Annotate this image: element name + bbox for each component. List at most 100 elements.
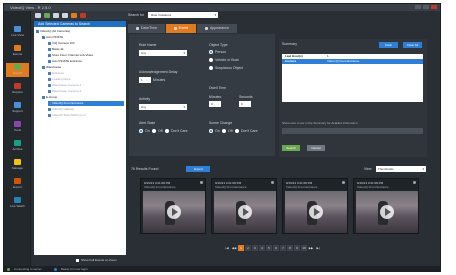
page-number[interactable]: 5 [266,245,272,251]
tree-item[interactable]: VideoIQ Front Entrance [48,101,124,106]
rail-item-manage[interactable]: Manage [6,158,29,172]
rail-item-search[interactable]: Search [6,63,29,77]
cancel-button[interactable]: Cancel [307,145,325,151]
close-button[interactable] [431,5,437,9]
radio-icon [209,58,213,62]
page-number[interactable]: 1 [238,245,244,251]
tree-item[interactable]: Axis P3367E [42,35,124,40]
result-thumbnail[interactable]: 9/19/13 3:21:08 PM VideoIQ Front Entrance [211,178,277,234]
clear-all-button[interactable]: Clear All [403,42,422,48]
close-icon[interactable] [271,181,274,184]
tree-item-label: VideoIQ Side Parking Lot [52,113,86,117]
radio-label: Off [158,129,163,133]
page-number[interactable]: 3 [252,245,258,251]
result-thumbnail[interactable]: 9/19/13 3:21:08 PM VideoIQ Front Entrance [282,178,348,234]
view-dropdown[interactable]: Thumbnails [376,165,426,172]
activity-label: Activity [139,97,151,101]
play-icon[interactable] [380,205,394,219]
summary-row[interactable]: Camera Video IQ Front Entrance [282,59,423,64]
result-thumbnail[interactable]: 9/19/13 3:21:08 PM VideoIQ Front Entrance [140,178,206,234]
rail-item-export[interactable]: Export [6,177,29,191]
page-number[interactable]: 8 [287,245,293,251]
tree-item[interactable]: E-Group [42,95,124,100]
camera-icon [48,60,51,63]
scene-change-option[interactable]: On [209,129,220,133]
rail-item-label: Search [12,71,23,75]
connection-status: Connecting to server [14,267,42,271]
page-number[interactable]: 2 [245,245,251,251]
tree-item[interactable]: VIQ Camera 104 [48,41,124,46]
object-type-option[interactable]: Vehicle or Boat [209,58,239,62]
play-icon[interactable] [309,205,323,219]
object-type-label: Object Type [209,43,228,47]
first-page-icon[interactable]: |◀ [224,245,230,251]
tree-item[interactable]: VideoIQ (All Cameras) [36,29,124,34]
page-number[interactable]: 6 [273,245,279,251]
tree-item[interactable]: Warehouse Camera 1 [48,83,124,88]
folder-icon [36,30,39,33]
result-thumbnail[interactable]: 9/19/13 3:21:08 PM VideoIQ Front Entrance [353,178,419,234]
refresh-icon[interactable] [62,13,68,18]
settings-icon[interactable] [71,13,77,18]
dwell-seconds-input[interactable]: 0 [239,101,251,107]
clear-button[interactable]: Clear [379,42,398,48]
close-icon[interactable] [342,181,345,184]
rail-item-archive[interactable]: Archive [6,139,29,153]
export-button[interactable]: Export [186,165,211,172]
scene-change-option[interactable]: Don't Care [235,129,258,133]
search-type-dropdown[interactable]: Rule Violations [148,12,219,18]
rail-item-support[interactable]: Support [6,101,29,115]
tree-item[interactable]: Warehouse Camera 2 [48,89,124,94]
play-icon[interactable] [238,205,252,219]
object-type-option[interactable]: Person [209,50,226,54]
full-events-checkbox[interactable] [76,258,79,262]
tree-item[interactable]: VideoIQ Hallway [48,107,124,112]
rail-item-tools[interactable]: Tools [6,120,29,134]
page-number[interactable]: 4 [259,245,265,251]
alert-state-option[interactable]: On [139,129,150,133]
menu-icon[interactable] [35,13,41,18]
close-icon[interactable] [200,181,203,184]
activity-dropdown[interactable]: Any [139,104,187,110]
object-type-option[interactable]: Suspicious Object [209,66,243,70]
tab-appearance[interactable]: Appearance [196,24,237,33]
page-number[interactable]: 10 [301,245,307,251]
next-page-icon[interactable]: ▶▶ [308,245,314,251]
close-icon[interactable] [413,181,416,184]
ack-delay-input[interactable]: 1 [139,77,151,83]
delete-icon[interactable] [80,13,86,18]
page-number[interactable]: 7 [280,245,286,251]
prev-page-icon[interactable]: ◀◀ [231,245,237,251]
dwell-seconds-label: Seconds [239,95,253,99]
tree-item[interactable]: Store Floor Channel sub-Video [48,53,124,58]
search-tree-icon[interactable] [53,13,59,18]
rail-item-reports[interactable]: Reports [6,82,29,96]
rail-item-live-view[interactable]: Live View [6,25,29,39]
dwell-minutes-input[interactable]: 0 [209,101,221,107]
radio-icon [209,129,213,133]
camera-icon [48,42,51,45]
alert-state-option[interactable]: Don't Care [165,129,188,133]
tab-date-time[interactable]: Date/Time [128,24,166,33]
tree-item[interactable]: Warehouse [42,65,124,70]
tree-item[interactable]: Loading Dock [48,77,124,82]
summary-detail-field[interactable] [282,128,423,134]
video-frame [214,191,276,233]
add-icon[interactable] [44,13,50,18]
camera-icon [48,84,51,87]
rail-item-events[interactable]: Events [6,44,29,58]
tab-event[interactable]: Event [166,24,196,33]
tree-item[interactable]: Bolas 4k [48,47,124,52]
page-number[interactable]: 9 [294,245,300,251]
search-icon [14,64,21,70]
scene-change-option[interactable]: Off [222,129,233,133]
tree-item[interactable]: Axis P3367E Entrance [48,59,124,64]
rail-item-live-watch[interactable]: Live Watch [6,196,29,210]
tree-item[interactable]: VideoIQ Side Parking Lot [48,113,124,118]
rule-name-dropdown[interactable]: Any [139,50,187,56]
search-button[interactable]: Search [282,145,300,151]
tree-item[interactable]: Entrance [48,71,124,76]
last-page-icon[interactable]: ▶| [315,245,321,251]
alert-state-option[interactable]: Off [152,129,163,133]
play-icon[interactable] [167,205,181,219]
